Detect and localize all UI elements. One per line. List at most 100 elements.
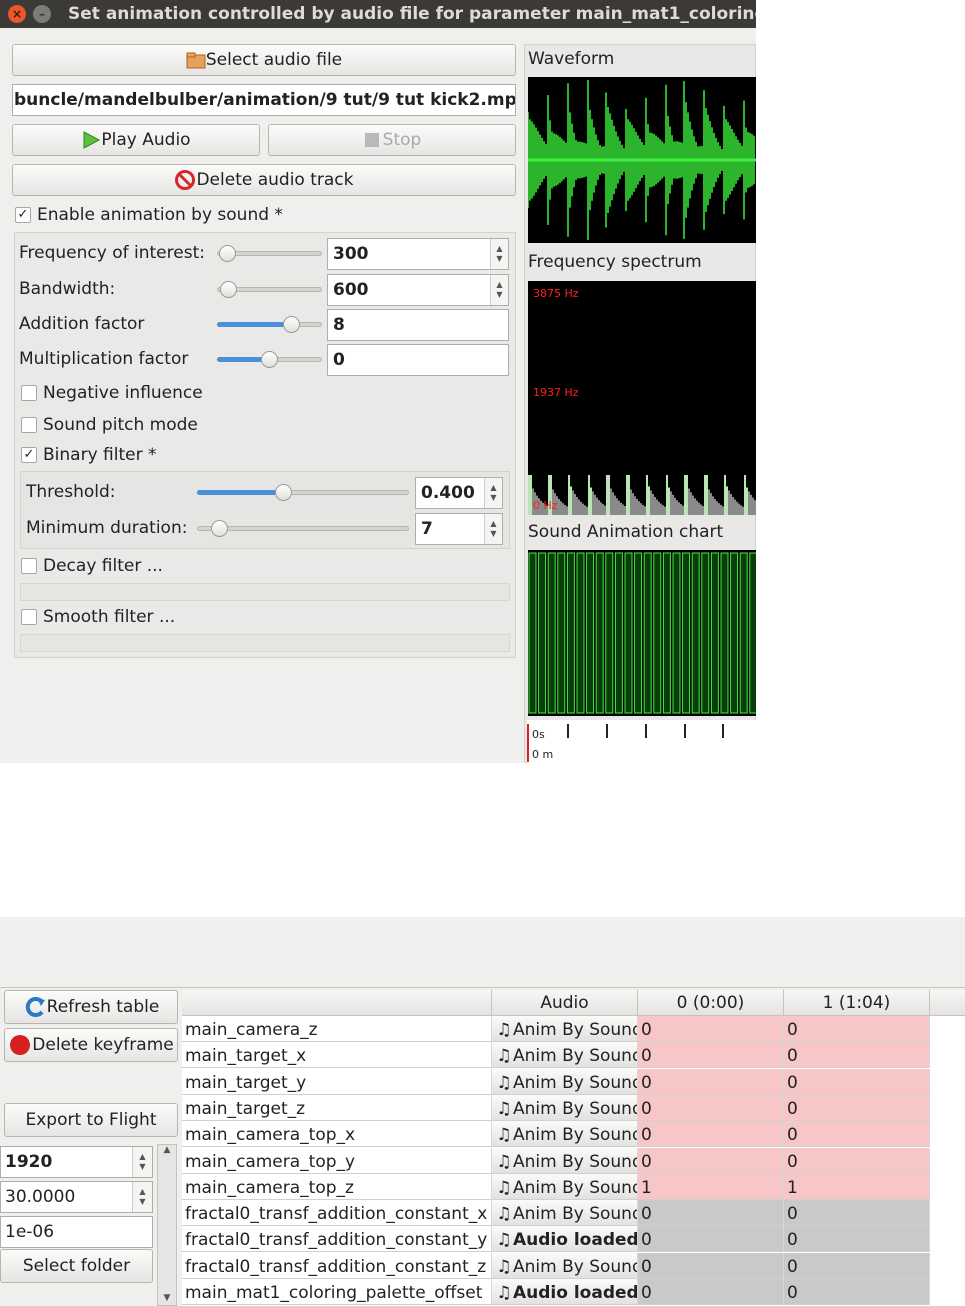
multiplication-input[interactable]: 0 bbox=[327, 344, 509, 376]
keyframe-value-cell[interactable]: 0 bbox=[638, 1016, 784, 1042]
parameter-name-cell[interactable]: main_target_y bbox=[182, 1068, 492, 1095]
frequency-input[interactable]: 300 ▲ ▼ bbox=[327, 238, 509, 270]
spin-arrows-icon[interactable]: ▲ ▼ bbox=[132, 1182, 152, 1212]
keyframe-value-cell[interactable]: 0 bbox=[784, 1252, 930, 1279]
keyframe-value-cell[interactable]: 0 bbox=[784, 1226, 930, 1253]
refresh-table-button[interactable]: Refresh table bbox=[4, 990, 178, 1024]
keyframe-value-cell[interactable]: 0 bbox=[784, 1042, 930, 1069]
keyframe-value-cell[interactable]: 0 bbox=[784, 1147, 930, 1174]
sound-pitch-checkbox[interactable] bbox=[21, 417, 37, 433]
slider-handle[interactable] bbox=[261, 351, 278, 368]
slider-handle[interactable] bbox=[210, 520, 228, 537]
select-folder-button[interactable]: Select folder bbox=[0, 1249, 153, 1283]
slider-handle[interactable] bbox=[218, 245, 236, 262]
scroll-down-icon[interactable]: ▼ bbox=[158, 1293, 176, 1303]
keyframe-value-cell[interactable]: 0 bbox=[638, 1068, 784, 1095]
parameter-name-cell[interactable]: fractal0_transf_addition_constant_z bbox=[182, 1252, 492, 1279]
spin-arrows-icon[interactable]: ▲ ▼ bbox=[132, 1147, 152, 1177]
keyframe-value-cell[interactable]: 0 bbox=[638, 1200, 784, 1227]
left-scrollbar[interactable]: ▲ ▼ bbox=[157, 1144, 177, 1306]
keyframe-table[interactable]: Audio 0 (0:00) 1 (1:04) main_camera_z ♫An… bbox=[182, 990, 965, 1306]
export-to-flight-button[interactable]: Export to Flight bbox=[4, 1103, 178, 1137]
negative-influence-checkbox[interactable] bbox=[21, 385, 37, 401]
audio-file-path-field[interactable]: buncle/mandelbulber/animation/9 tut/9 tu… bbox=[12, 84, 516, 116]
keyframe-value-cell[interactable]: 1 bbox=[638, 1173, 784, 1200]
bandwidth-input[interactable]: 600 ▲ ▼ bbox=[327, 274, 509, 306]
parameter-name-cell[interactable]: main_mat1_coloring_palette_offset bbox=[182, 1279, 492, 1305]
spin-arrows-icon[interactable]: ▲ ▼ bbox=[484, 478, 502, 508]
audio-status-cell[interactable]: ♫Anim By Sound bbox=[492, 1068, 638, 1095]
addition-input[interactable]: 8 bbox=[327, 309, 509, 341]
delete-audio-track-button[interactable]: Delete audio track bbox=[12, 164, 516, 196]
slider-handle[interactable] bbox=[219, 281, 237, 298]
tolerance-input[interactable]: 1e-06 bbox=[0, 1216, 153, 1248]
keyframe-value-cell[interactable]: 0 bbox=[784, 1200, 930, 1227]
stop-button[interactable]: Stop bbox=[268, 124, 516, 156]
smooth-filter-checkbox[interactable] bbox=[21, 609, 37, 625]
keyframe-value-cell[interactable]: 0 bbox=[638, 1226, 784, 1253]
decay-filter-checkbox[interactable] bbox=[21, 558, 37, 574]
parameter-name-cell[interactable]: main_target_x bbox=[182, 1042, 492, 1069]
slider-handle[interactable] bbox=[275, 484, 292, 501]
parameter-name-cell[interactable]: fractal0_transf_addition_constant_x bbox=[182, 1200, 492, 1227]
multiplication-slider[interactable] bbox=[217, 351, 322, 368]
delete-keyframe-button[interactable]: Delete keyframe bbox=[4, 1028, 178, 1062]
keyframe-value-cell[interactable]: 0 bbox=[638, 1042, 784, 1069]
keyframe-value-cell[interactable]: 0 bbox=[638, 1094, 784, 1121]
audio-status-cell[interactable]: ♫Anim By Sound bbox=[492, 1173, 638, 1200]
select-audio-button[interactable]: Select audio file bbox=[12, 44, 516, 76]
binary-filter-checkbox[interactable]: ✓ bbox=[21, 447, 37, 463]
audio-status-cell[interactable]: ♫Anim By Sound bbox=[492, 1121, 638, 1148]
table-header-frame-0[interactable]: 0 (0:00) bbox=[638, 990, 784, 1016]
table-header-frame-1[interactable]: 1 (1:04) bbox=[784, 990, 930, 1016]
slider-handle[interactable] bbox=[283, 316, 300, 333]
parameter-name-cell[interactable]: main_target_z bbox=[182, 1094, 492, 1121]
playhead-marker[interactable] bbox=[527, 724, 529, 762]
fps-input[interactable]: 30.0000 ▲ ▼ bbox=[0, 1181, 153, 1213]
parameter-name-cell[interactable]: main_camera_z bbox=[182, 1016, 492, 1042]
audio-status-cell[interactable]: ♫Audio loaded bbox=[492, 1279, 638, 1305]
keyframe-value-cell[interactable]: 0 bbox=[638, 1147, 784, 1174]
keyframe-value-cell[interactable]: 1 bbox=[784, 1173, 930, 1200]
frequency-slider[interactable] bbox=[217, 245, 322, 262]
parameter-name-cell[interactable]: main_camera_top_z bbox=[182, 1173, 492, 1200]
enable-sound-checkbox[interactable]: ✓ bbox=[15, 207, 31, 223]
table-header-audio[interactable]: Audio bbox=[492, 990, 638, 1016]
spin-arrows-icon[interactable]: ▲ ▼ bbox=[484, 514, 502, 544]
timeline-ruler[interactable]: 0s 0 m bbox=[527, 720, 756, 763]
parameter-name-cell[interactable]: main_camera_top_x bbox=[182, 1121, 492, 1148]
minimize-icon[interactable]: – bbox=[33, 5, 51, 23]
close-icon[interactable]: × bbox=[8, 5, 26, 23]
keyframe-value-cell[interactable]: 0 bbox=[784, 1279, 930, 1305]
keyframe-value-cell[interactable]: 0 bbox=[784, 1121, 930, 1148]
scroll-up-icon[interactable]: ▲ bbox=[158, 1145, 176, 1155]
keyframe-value-cell[interactable]: 0 bbox=[638, 1121, 784, 1148]
min-duration-slider[interactable] bbox=[197, 520, 409, 537]
audio-status-cell[interactable]: ♫Anim By Sound bbox=[492, 1016, 638, 1042]
keyframe-value-cell[interactable]: 0 bbox=[784, 1016, 930, 1042]
play-audio-button[interactable]: Play Audio bbox=[12, 124, 260, 156]
audio-status-text: Audio loaded bbox=[513, 1230, 638, 1251]
keyframe-value-cell[interactable]: 0 bbox=[784, 1068, 930, 1095]
audio-status-cell[interactable]: ♫Anim By Sound bbox=[492, 1147, 638, 1174]
bandwidth-slider[interactable] bbox=[217, 281, 322, 298]
spin-arrows-icon[interactable]: ▲ ▼ bbox=[490, 275, 508, 305]
addition-slider[interactable] bbox=[217, 316, 322, 333]
threshold-input[interactable]: 0.400 ▲ ▼ bbox=[415, 477, 503, 509]
audio-status-cell[interactable]: ♫Anim By Sound bbox=[492, 1252, 638, 1279]
parameter-name-cell[interactable]: main_camera_top_y bbox=[182, 1147, 492, 1174]
table-header-name[interactable] bbox=[182, 990, 492, 1016]
parameter-name-cell[interactable]: fractal0_transf_addition_constant_y bbox=[182, 1226, 492, 1253]
min-duration-input[interactable]: 7 ▲ ▼ bbox=[415, 513, 503, 545]
audio-status-cell[interactable]: ♫Anim By Sound bbox=[492, 1094, 638, 1121]
keyframe-value-cell[interactable]: 0 bbox=[784, 1094, 930, 1121]
audio-status-cell[interactable]: ♫Anim By Sound bbox=[492, 1200, 638, 1227]
keyframe-value-cell[interactable]: 0 bbox=[638, 1279, 784, 1305]
audio-status-cell[interactable]: ♫Audio loaded bbox=[492, 1226, 638, 1253]
audio-status-cell[interactable]: ♫Anim By Sound bbox=[492, 1042, 638, 1069]
spin-arrows-icon[interactable]: ▲ ▼ bbox=[490, 239, 508, 269]
threshold-slider[interactable] bbox=[197, 484, 409, 501]
sound-chart-label: Sound Animation chart bbox=[528, 522, 724, 542]
keyframe-value-cell[interactable]: 0 bbox=[638, 1252, 784, 1279]
image-width-input[interactable]: 1920 ▲ ▼ bbox=[0, 1146, 153, 1178]
